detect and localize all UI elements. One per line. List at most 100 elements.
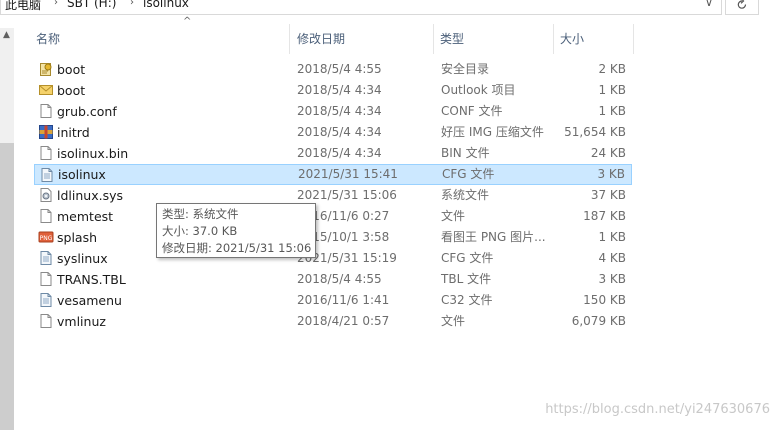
file-type: C32 文件 [441,293,493,307]
file-name: vmlinuz [57,314,106,329]
file-size: 1 KB [598,230,626,244]
address-bar-area: 此电脑 › SBT (H:) › isolinux ∨ [0,0,778,18]
file-row[interactable]: memtest 2016/11/6 0:27 文件 187 KB [34,206,632,227]
column-header-type[interactable]: 类型 [440,24,550,54]
file-date: 2018/4/21 0:57 [297,314,390,328]
file-row[interactable]: TRANS.TBL 2018/5/4 4:55 TBL 文件 3 KB [34,269,632,290]
file-type: 安全目录 [441,62,490,76]
file-type: Outlook 项目 [441,83,516,97]
file-type: 文件 [441,314,466,328]
column-header-date[interactable]: 修改日期 [297,24,427,54]
file-date: 2018/5/4 4:55 [297,272,382,286]
file-type: 文件 [441,209,466,223]
column-divider[interactable] [433,24,434,54]
file-type: TBL 文件 [441,272,492,286]
file-type: CFG 文件 [441,251,494,265]
refresh-button[interactable] [725,0,759,15]
scrollbar-thumb[interactable] [0,143,14,430]
file-row[interactable]: isolinux.bin 2018/5/4 4:34 BIN 文件 24 KB [34,143,632,164]
file-size: 187 KB [583,209,626,223]
address-history-dropdown-icon[interactable]: ∨ [705,0,713,9]
column-divider[interactable] [553,24,554,54]
archive-icon [38,124,54,140]
breadcrumb-separator-icon[interactable]: › [54,0,58,8]
file-icon [38,145,54,161]
file-list: boot 2018/5/4 4:55 安全目录 2 KB boot 2018/5/4 4:… [34,59,634,332]
file-size: 3 KB [598,272,626,286]
column-divider[interactable] [633,24,634,54]
column-divider[interactable] [289,24,290,54]
tooltip-type: 类型: 系统文件 [162,207,239,221]
file-row[interactable]: vmlinuz 2018/4/21 0:57 文件 6,079 KB [34,311,632,332]
file-size: 37 KB [590,188,626,202]
file-icon [38,271,54,287]
file-icon [38,313,54,329]
file-name: memtest [57,209,114,224]
file-type: 系统文件 [441,188,490,202]
breadcrumb-folder[interactable]: isolinux [143,0,189,10]
file-name: syslinux [57,251,108,266]
file-type: BIN 文件 [441,146,490,160]
file-date: 2018/5/4 4:34 [297,104,382,118]
png-image-icon: PNG [38,229,54,245]
file-row[interactable]: PNG splash 2015/10/1 3:58 看图王 PNG 图片... 1 KB [34,227,632,248]
file-name: boot [57,62,86,77]
file-size: 3 KB [597,167,625,181]
svg-text:PNG: PNG [40,235,53,242]
tooltip-date: 修改日期: 2021/5/31 15:06 [162,241,312,255]
outlook-item-icon [38,82,54,98]
file-name: isolinux [58,167,106,182]
file-name: isolinux.bin [57,146,129,161]
file-row[interactable]: isolinux 2021/5/31 15:41 CFG 文件 3 KB [34,164,632,185]
tooltip-size: 大小: 37.0 KB [162,224,238,238]
file-row[interactable]: initrd 2018/5/4 4:34 好压 IMG 压缩文件 51,654 KB [34,122,632,143]
file-row[interactable]: ldlinux.sys 2021/5/31 15:06 系统文件 37 KB [34,185,632,206]
file-name: TRANS.TBL [57,272,126,287]
column-header-name[interactable]: 名称 [36,24,286,54]
file-date: 2018/5/4 4:34 [297,83,382,97]
file-row[interactable]: boot 2018/5/4 4:55 安全目录 2 KB [34,59,632,80]
file-type: CFG 文件 [442,167,495,181]
file-size: 1 KB [598,83,626,97]
file-name: initrd [57,125,90,140]
file-name: vesamenu [57,293,122,308]
file-type: 看图王 PNG 图片... [441,230,546,244]
file-size: 1 KB [598,104,626,118]
address-bar[interactable]: 此电脑 › SBT (H:) › isolinux ∨ [0,0,722,15]
file-row[interactable]: boot 2018/5/4 4:34 Outlook 项目 1 KB [34,80,632,101]
file-type: 好压 IMG 压缩文件 [441,125,544,139]
file-type: CONF 文件 [441,104,503,118]
file-size: 6,079 KB [571,314,626,328]
system-file-icon [38,187,54,203]
file-date: 2018/5/4 4:55 [297,62,382,76]
file-name: ldlinux.sys [57,188,123,203]
security-catalog-icon [38,61,54,77]
file-name: grub.conf [57,104,117,119]
file-info-tooltip: 类型: 系统文件 大小: 37.0 KB 修改日期: 2021/5/31 15:… [156,203,316,258]
file-row[interactable]: syslinux 2021/5/31 15:19 CFG 文件 4 KB [34,248,632,269]
navigation-pane-scrollbar[interactable]: ▲ [0,28,14,430]
breadcrumb-separator-icon[interactable]: › [130,0,134,8]
file-icon [38,103,54,119]
file-icon [38,208,54,224]
scroll-up-arrow-icon[interactable]: ▲ [3,30,10,40]
text-file-icon [39,167,55,183]
file-size: 4 KB [598,251,626,265]
file-size: 2 KB [598,62,626,76]
column-header-size[interactable]: 大小 [560,24,630,54]
file-name: boot [57,83,86,98]
file-date: 2021/5/31 15:41 [298,167,398,181]
file-row[interactable]: vesamenu 2016/11/6 1:41 C32 文件 150 KB [34,290,632,311]
file-size: 51,654 KB [564,125,626,139]
file-name: splash [57,230,98,245]
refresh-icon [737,0,747,9]
file-date: 2018/5/4 4:34 [297,125,382,139]
file-date: 2018/5/4 4:34 [297,146,382,160]
breadcrumb-this-pc[interactable]: 此电脑 [5,0,41,13]
file-size: 24 KB [590,146,626,160]
file-size: 150 KB [583,293,626,307]
text-file-icon [38,250,54,266]
text-file-icon [38,292,54,308]
file-row[interactable]: grub.conf 2018/5/4 4:34 CONF 文件 1 KB [34,101,632,122]
breadcrumb-drive[interactable]: SBT (H:) [67,0,116,10]
